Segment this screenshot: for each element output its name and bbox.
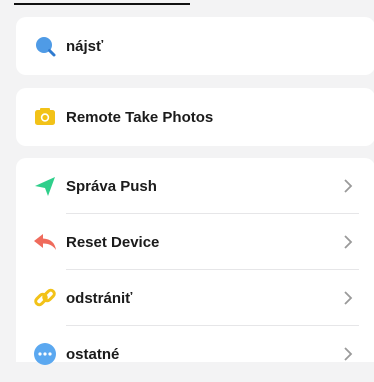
chevron-right-icon [341,291,355,305]
remote-take-photos-label: Remote Take Photos [66,108,214,126]
camera-icon [32,104,58,130]
search-icon [32,33,58,59]
search-label: nájsť [66,37,104,55]
more-icon [32,341,58,367]
top-edge-line [14,3,190,5]
menu-item-sprava-push[interactable]: Správa Push [16,158,374,214]
remote-photos-card: Remote Take Photos [16,88,374,146]
link-icon [32,285,58,311]
menu-item-odstranit[interactable]: odstrániť [16,270,374,326]
menu-item-ostatne[interactable]: ostatné [16,326,374,382]
chevron-right-icon [341,179,355,193]
menu-item-label: Reset Device [66,233,160,251]
search-item[interactable]: nájsť [16,17,374,75]
settings-menu-card: Správa Push Reset Device odstrániť ostat… [16,158,374,365]
reply-icon [32,229,58,255]
chevron-right-icon [341,347,355,361]
send-icon [32,173,58,199]
menu-item-reset-device[interactable]: Reset Device [16,214,374,270]
chevron-right-icon [341,235,355,249]
remote-take-photos-item[interactable]: Remote Take Photos [16,88,374,146]
menu-item-label: odstrániť [66,289,133,307]
search-card: nájsť [16,17,374,75]
menu-item-label: Správa Push [66,177,157,195]
menu-item-label: ostatné [66,345,120,363]
